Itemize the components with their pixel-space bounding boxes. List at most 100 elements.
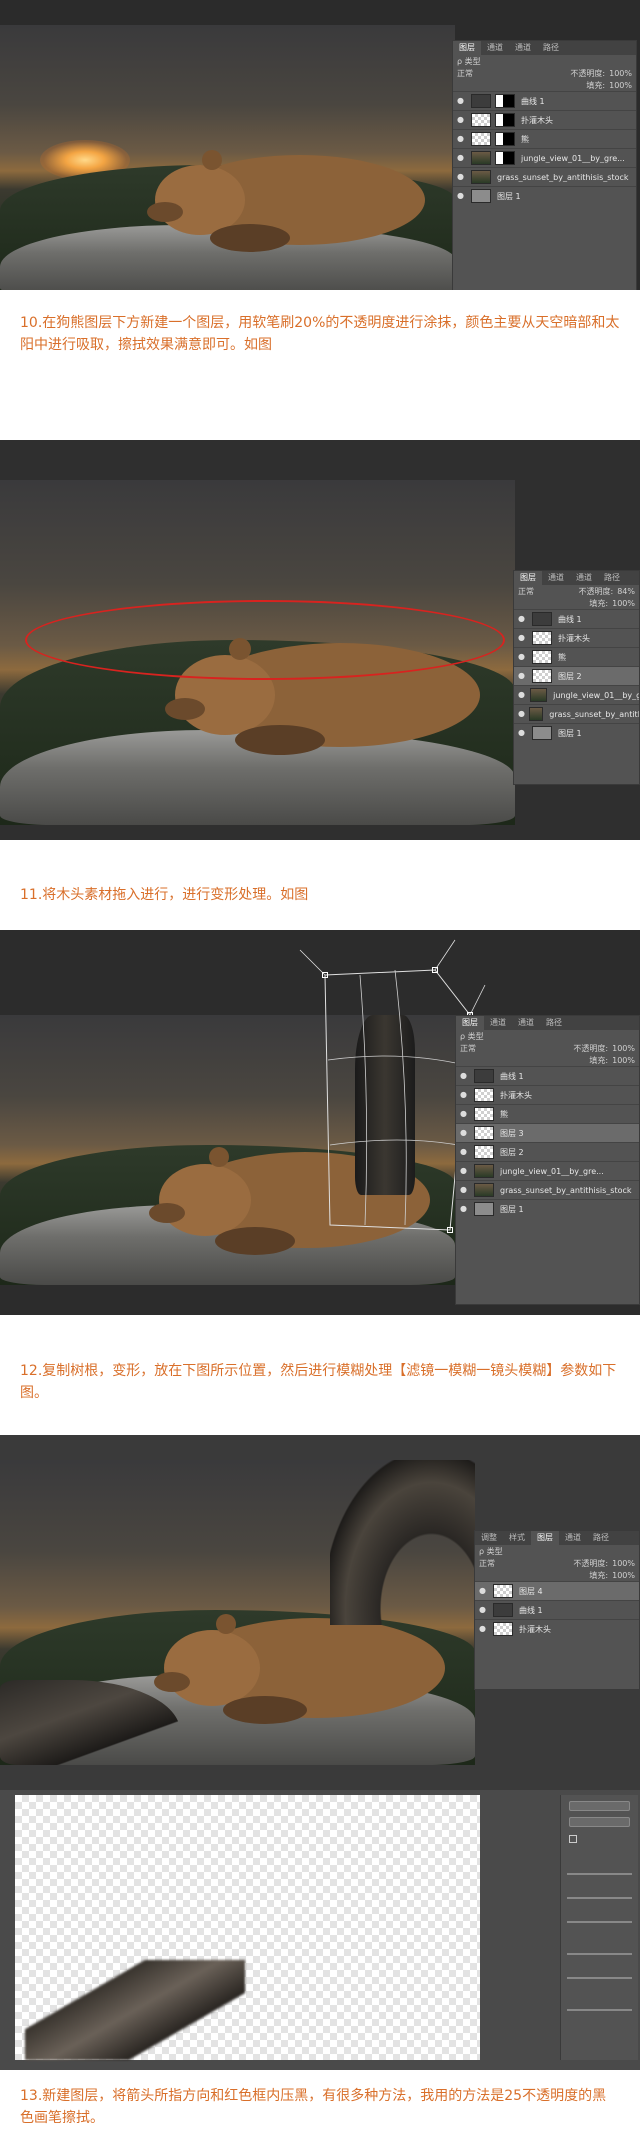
- tab-adjustments[interactable]: 调整: [475, 1531, 503, 1545]
- tab-paths[interactable]: 路径: [540, 1016, 568, 1030]
- layer-row[interactable]: ● jungle_view_01__by_gre...: [514, 685, 639, 704]
- blade-curvature-slider[interactable]: [567, 1897, 632, 1899]
- tab-channels[interactable]: 通道: [481, 41, 509, 55]
- layer-row[interactable]: ● 曲线 1: [475, 1600, 639, 1619]
- layer-row[interactable]: ● 曲线 1: [514, 609, 639, 628]
- visibility-eye-icon[interactable]: ●: [479, 1605, 489, 1615]
- visibility-eye-icon[interactable]: ●: [479, 1624, 489, 1634]
- layer-row[interactable]: ● 曲线 1: [453, 91, 636, 110]
- threshold-slider[interactable]: [567, 1977, 632, 1979]
- tab-paths[interactable]: 路径: [587, 1531, 615, 1545]
- layer-name: 扑灌木头: [558, 633, 590, 643]
- visibility-eye-icon[interactable]: ●: [479, 1586, 489, 1596]
- layer-name: 曲线 1: [521, 96, 545, 106]
- visibility-eye-icon[interactable]: ●: [457, 96, 467, 106]
- warp-handle[interactable]: [447, 1227, 453, 1233]
- visibility-eye-icon[interactable]: ●: [518, 652, 528, 662]
- layer-row[interactable]: ● 熊: [453, 129, 636, 148]
- visibility-eye-icon[interactable]: ●: [518, 614, 528, 624]
- tab-layers[interactable]: 图层: [453, 41, 481, 55]
- visibility-eye-icon[interactable]: ●: [518, 728, 528, 738]
- layer-row[interactable]: ● 熊: [514, 647, 639, 666]
- visibility-eye-icon[interactable]: ●: [460, 1090, 470, 1100]
- warp-handle[interactable]: [432, 967, 438, 973]
- layer-row-selected[interactable]: ● 图层 3: [456, 1123, 639, 1142]
- visibility-eye-icon[interactable]: ●: [518, 633, 528, 643]
- tab-channels-2[interactable]: 通道: [512, 1016, 540, 1030]
- preview-checkbox[interactable]: [569, 1835, 577, 1843]
- opacity-label: 不透明度:: [578, 586, 614, 596]
- fill-value[interactable]: 100%: [612, 599, 635, 608]
- visibility-eye-icon[interactable]: ●: [518, 671, 528, 681]
- layer-row[interactable]: ● jungle_view_01__by_gre...: [456, 1161, 639, 1180]
- layer-row-selected[interactable]: ● 图层 2: [514, 666, 639, 685]
- rotation-slider[interactable]: [567, 1921, 632, 1923]
- layer-row[interactable]: ● 曲线 1: [456, 1066, 639, 1085]
- layer-row[interactable]: ● 熊: [456, 1104, 639, 1123]
- visibility-eye-icon[interactable]: ●: [460, 1204, 470, 1214]
- layer-row[interactable]: ● 图层 2: [456, 1142, 639, 1161]
- screenshot-step-9: 图层 通道 通道 路径 ρ 类型 正常 不透明度: 100% 填充: 100% …: [0, 0, 640, 290]
- fill-value[interactable]: 100%: [612, 1571, 635, 1580]
- radius-slider[interactable]: [567, 1873, 632, 1875]
- layer-name: 熊: [500, 1109, 508, 1119]
- layer-row[interactable]: ● 扑灌木头: [475, 1619, 639, 1638]
- visibility-eye-icon[interactable]: ●: [460, 1166, 470, 1176]
- fill-value[interactable]: 100%: [609, 81, 632, 90]
- kind-filter[interactable]: ρ 类型: [460, 1031, 484, 1042]
- layer-row[interactable]: ● 图层 1: [453, 186, 636, 205]
- opacity-label: 不透明度:: [573, 1558, 609, 1568]
- opacity-value[interactable]: 100%: [612, 1559, 635, 1568]
- opacity-value[interactable]: 84%: [617, 587, 635, 596]
- visibility-eye-icon[interactable]: ●: [457, 134, 467, 144]
- layer-row[interactable]: ● 扑灌木头: [514, 628, 639, 647]
- layer-row[interactable]: ● jungle_view_01__by_gre...: [453, 148, 636, 167]
- layer-row[interactable]: ● 扑灌木头: [453, 110, 636, 129]
- blend-mode-select[interactable]: 正常: [460, 1043, 476, 1054]
- kind-filter[interactable]: ρ 类型: [479, 1546, 503, 1557]
- visibility-eye-icon[interactable]: ●: [518, 690, 526, 700]
- visibility-eye-icon[interactable]: ●: [460, 1147, 470, 1157]
- tab-layers[interactable]: 图层: [531, 1531, 559, 1545]
- visibility-eye-icon[interactable]: ●: [457, 153, 467, 163]
- layer-row[interactable]: ● grass_sunset_by_antithisis_stock: [514, 704, 639, 723]
- brightness-slider[interactable]: [567, 1953, 632, 1955]
- visibility-eye-icon[interactable]: ●: [457, 191, 467, 201]
- tab-paths[interactable]: 路径: [537, 41, 565, 55]
- tab-channels-2[interactable]: 通道: [509, 41, 537, 55]
- visibility-eye-icon[interactable]: ●: [457, 115, 467, 125]
- tab-channels[interactable]: 通道: [542, 571, 570, 585]
- tab-styles[interactable]: 样式: [503, 1531, 531, 1545]
- layer-thumbnail: [474, 1107, 494, 1121]
- tab-channels[interactable]: 通道: [484, 1016, 512, 1030]
- fill-value[interactable]: 100%: [612, 1056, 635, 1065]
- blend-mode-select[interactable]: 正常: [457, 68, 473, 79]
- opacity-value[interactable]: 100%: [612, 1044, 635, 1053]
- ok-button[interactable]: [569, 1801, 630, 1811]
- tab-channels-2[interactable]: 通道: [570, 571, 598, 585]
- visibility-eye-icon[interactable]: ●: [460, 1109, 470, 1119]
- tab-layers[interactable]: 图层: [514, 571, 542, 585]
- layer-row-selected[interactable]: ● 图层 4: [475, 1581, 639, 1600]
- layer-row[interactable]: ● grass_sunset_by_antithisis_stock: [453, 167, 636, 186]
- visibility-eye-icon[interactable]: ●: [460, 1128, 470, 1138]
- visibility-eye-icon[interactable]: ●: [460, 1071, 470, 1081]
- cancel-button[interactable]: [569, 1817, 630, 1827]
- layer-row[interactable]: ● grass_sunset_by_antithisis_stock: [456, 1180, 639, 1199]
- tab-layers[interactable]: 图层: [456, 1016, 484, 1030]
- noise-amount-slider[interactable]: [567, 2009, 632, 2011]
- highlight-ellipse: [25, 600, 505, 680]
- blend-mode-select[interactable]: 正常: [518, 586, 534, 597]
- tab-channels[interactable]: 通道: [559, 1531, 587, 1545]
- kind-filter[interactable]: ρ 类型: [457, 56, 481, 67]
- layer-row[interactable]: ● 图层 1: [456, 1199, 639, 1218]
- layer-row[interactable]: ● 图层 1: [514, 723, 639, 742]
- blend-mode-select[interactable]: 正常: [479, 1558, 495, 1569]
- opacity-value[interactable]: 100%: [609, 69, 632, 78]
- layer-row[interactable]: ● 扑灌木头: [456, 1085, 639, 1104]
- visibility-eye-icon[interactable]: ●: [457, 172, 467, 182]
- visibility-eye-icon[interactable]: ●: [518, 709, 525, 719]
- visibility-eye-icon[interactable]: ●: [460, 1185, 470, 1195]
- warp-handle[interactable]: [322, 972, 328, 978]
- tab-paths[interactable]: 路径: [598, 571, 626, 585]
